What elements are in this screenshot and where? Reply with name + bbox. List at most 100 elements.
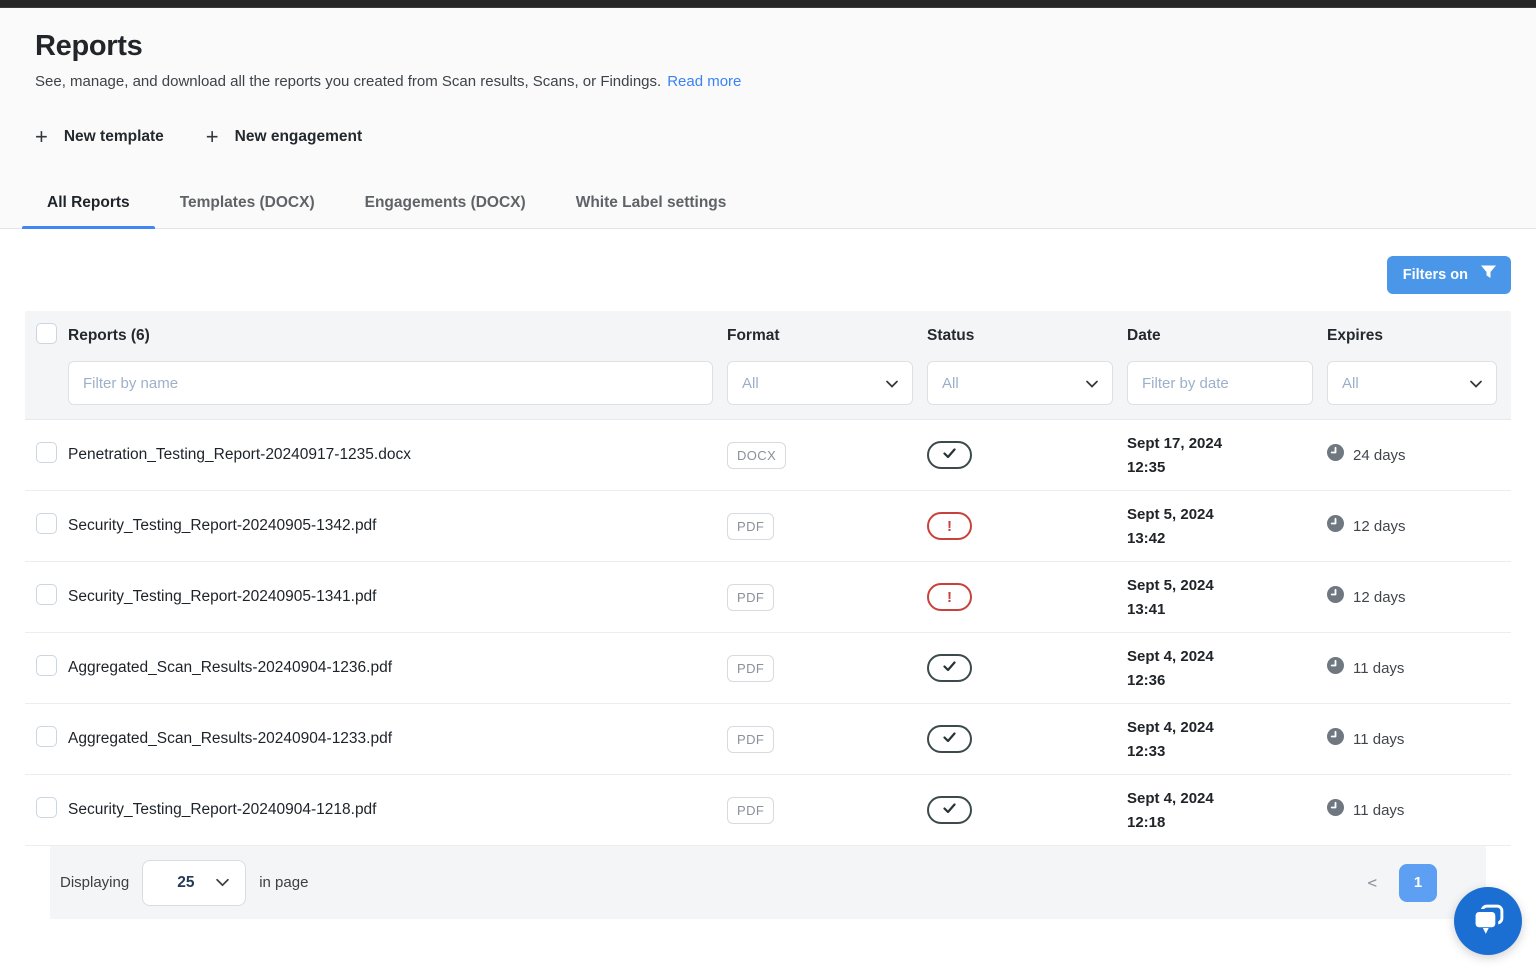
- clock-icon: [1327, 728, 1344, 750]
- clock-icon: [1327, 799, 1344, 821]
- check-icon: [943, 659, 956, 677]
- pagination-bar: Displaying 25 in page < 1: [50, 846, 1486, 919]
- chevron-down-icon: [886, 375, 898, 392]
- row-checkbox[interactable]: [36, 655, 57, 676]
- expires-value: 12 days: [1353, 589, 1406, 606]
- read-more-link[interactable]: Read more: [667, 73, 741, 90]
- tab-templates-docx-[interactable]: Templates (DOCX): [155, 186, 340, 228]
- action-label: New engagement: [235, 128, 362, 146]
- previous-page-button[interactable]: <: [1367, 873, 1377, 892]
- subtitle-text: See, manage, and download all the report…: [35, 73, 661, 90]
- format-badge: PDF: [727, 655, 774, 682]
- page-header: Reports See, manage, and download all th…: [0, 8, 1536, 172]
- report-name[interactable]: Security_Testing_Report-20240904-1218.pd…: [68, 801, 377, 818]
- row-checkbox[interactable]: [36, 797, 57, 818]
- table-body: Penetration_Testing_Report-20240917-1235…: [25, 420, 1511, 846]
- format-badge: PDF: [727, 584, 774, 611]
- check-icon: [943, 801, 956, 819]
- row-checkbox[interactable]: [36, 442, 57, 463]
- page-size-select[interactable]: 25: [142, 860, 246, 906]
- page-size-value: 25: [177, 874, 194, 892]
- reports-page: Reports See, manage, and download all th…: [0, 0, 1536, 969]
- expires-value: 12 days: [1353, 518, 1406, 535]
- format-badge: PDF: [727, 797, 774, 824]
- report-date: Sept 5, 2024: [1127, 577, 1327, 594]
- table-row[interactable]: Penetration_Testing_Report-20240917-1235…: [25, 420, 1511, 491]
- table-row[interactable]: Aggregated_Scan_Results-20240904-1233.pd…: [25, 704, 1511, 775]
- filter-row: All All All: [25, 361, 1511, 405]
- table-row[interactable]: Aggregated_Scan_Results-20240904-1236.pd…: [25, 633, 1511, 704]
- report-time: 13:41: [1127, 601, 1327, 618]
- page-title: Reports: [35, 30, 1501, 63]
- filter-funnel-icon: [1480, 265, 1497, 285]
- column-expires: Expires: [1327, 327, 1511, 345]
- format-filter-select[interactable]: All: [727, 361, 913, 405]
- in-page-label: in page: [259, 874, 308, 891]
- status-error-icon: !: [927, 512, 972, 540]
- column-reports: Reports (6): [68, 327, 727, 345]
- column-format: Format: [727, 327, 927, 345]
- tab-all-reports[interactable]: All Reports: [22, 186, 155, 228]
- status-success-icon: [927, 725, 972, 753]
- select-all-checkbox[interactable]: [36, 323, 57, 344]
- report-date: Sept 5, 2024: [1127, 506, 1327, 523]
- name-filter-input[interactable]: [68, 361, 713, 405]
- report-time: 12:33: [1127, 743, 1327, 760]
- status-filter-select[interactable]: All: [927, 361, 1113, 405]
- table-header: Reports (6) Format Status Date Expires A…: [25, 311, 1511, 420]
- table-row[interactable]: Security_Testing_Report-20240905-1341.pd…: [25, 562, 1511, 633]
- status-success-icon: [927, 796, 972, 824]
- report-name[interactable]: Aggregated_Scan_Results-20240904-1233.pd…: [68, 730, 392, 747]
- column-status: Status: [927, 327, 1127, 345]
- status-filter-value: All: [942, 375, 959, 392]
- report-date: Sept 4, 2024: [1127, 719, 1327, 736]
- filters-on-label: Filters on: [1403, 267, 1468, 283]
- new-template-button[interactable]: + New template: [35, 126, 164, 148]
- column-date: Date: [1127, 327, 1327, 345]
- top-bar: [0, 0, 1536, 8]
- header-actions: + New template + New engagement: [35, 126, 1501, 172]
- row-checkbox[interactable]: [36, 726, 57, 747]
- clock-icon: [1327, 515, 1344, 537]
- displaying-label: Displaying: [60, 874, 129, 891]
- report-name[interactable]: Penetration_Testing_Report-20240917-1235…: [68, 446, 411, 463]
- table-row[interactable]: Security_Testing_Report-20240905-1342.pd…: [25, 491, 1511, 562]
- plus-icon: +: [206, 126, 219, 148]
- reports-table: Reports (6) Format Status Date Expires A…: [25, 311, 1511, 919]
- check-icon: [943, 446, 956, 464]
- filters-on-button[interactable]: Filters on: [1387, 256, 1511, 294]
- expires-filter-select[interactable]: All: [1327, 361, 1497, 405]
- format-badge: PDF: [727, 726, 774, 753]
- row-checkbox[interactable]: [36, 584, 57, 605]
- chevron-down-icon: [1470, 375, 1482, 392]
- report-name[interactable]: Aggregated_Scan_Results-20240904-1236.pd…: [68, 659, 392, 676]
- status-error-icon: !: [927, 583, 972, 611]
- report-time: 12:36: [1127, 672, 1327, 689]
- check-icon: [943, 730, 956, 748]
- clock-icon: [1327, 657, 1344, 679]
- expires-value: 11 days: [1353, 660, 1404, 677]
- chat-widget-button[interactable]: [1454, 887, 1522, 955]
- chevron-down-icon: [1086, 375, 1098, 392]
- report-time: 12:35: [1127, 459, 1327, 476]
- chevron-down-icon: [216, 874, 229, 892]
- column-header-row: Reports (6) Format Status Date Expires: [25, 311, 1511, 361]
- report-date: Sept 4, 2024: [1127, 648, 1327, 665]
- expires-value: 24 days: [1353, 447, 1406, 464]
- format-badge: DOCX: [727, 442, 786, 469]
- row-checkbox[interactable]: [36, 513, 57, 534]
- tab-white-label-settings[interactable]: White Label settings: [551, 186, 752, 228]
- format-filter-value: All: [742, 375, 759, 392]
- tab-engagements-docx-[interactable]: Engagements (DOCX): [340, 186, 551, 228]
- report-name[interactable]: Security_Testing_Report-20240905-1342.pd…: [68, 517, 377, 534]
- action-label: New template: [64, 128, 164, 146]
- report-date: Sept 17, 2024: [1127, 435, 1327, 452]
- new-engagement-button[interactable]: + New engagement: [206, 126, 362, 148]
- format-badge: PDF: [727, 513, 774, 540]
- report-name[interactable]: Security_Testing_Report-20240905-1341.pd…: [68, 588, 377, 605]
- page-1-button[interactable]: 1: [1399, 864, 1437, 902]
- table-row[interactable]: Security_Testing_Report-20240904-1218.pd…: [25, 775, 1511, 846]
- plus-icon: +: [35, 126, 48, 148]
- exclamation-icon: !: [947, 519, 952, 534]
- date-filter-input[interactable]: [1127, 361, 1313, 405]
